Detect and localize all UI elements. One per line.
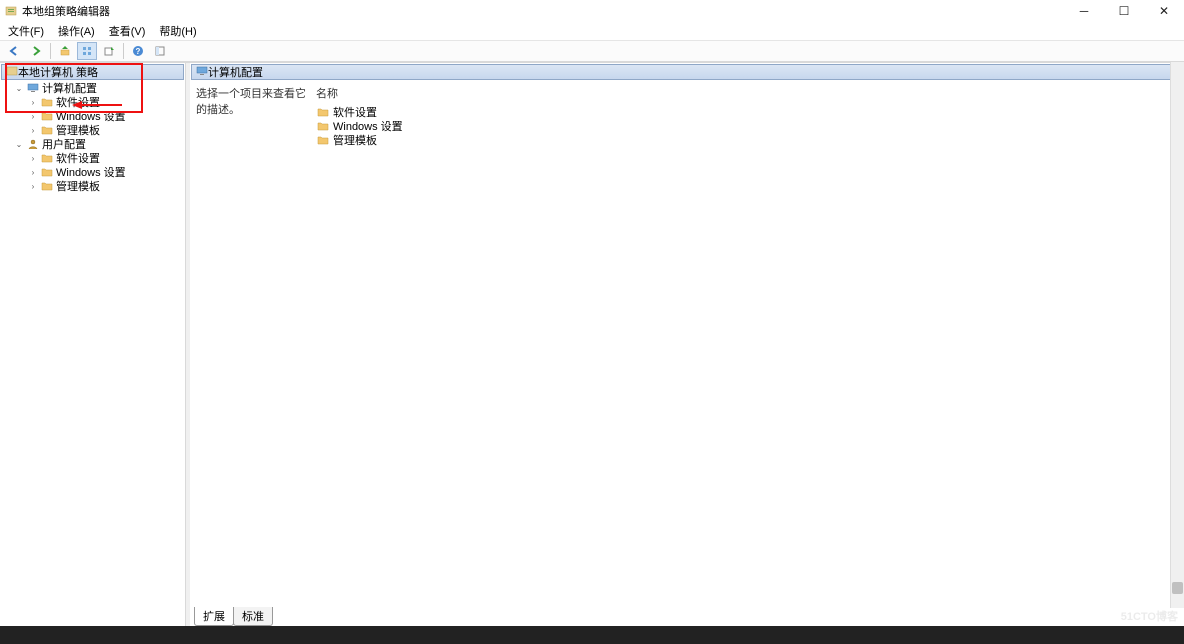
- folder-icon: [316, 106, 330, 118]
- list-item-templates[interactable]: 管理模板: [316, 133, 1178, 147]
- list-item-windows[interactable]: Windows 设置: [316, 119, 1178, 133]
- svg-text:?: ?: [136, 47, 141, 56]
- list-item-software[interactable]: 软件设置: [316, 105, 1178, 119]
- expand-icon[interactable]: ⌄: [14, 140, 24, 149]
- detail-header-label: 计算机配置: [208, 64, 263, 80]
- tree-user-templates[interactable]: › 管理模板: [0, 179, 185, 193]
- expand-icon[interactable]: ›: [28, 182, 38, 191]
- toolbar-export-button[interactable]: [99, 42, 119, 60]
- close-button[interactable]: ✕: [1144, 0, 1184, 22]
- window-controls: ─ ☐ ✕: [1064, 0, 1184, 22]
- folder-icon: [40, 166, 54, 178]
- user-icon: [26, 138, 40, 150]
- tab-standard[interactable]: 标准: [233, 607, 273, 626]
- scrollbar-vertical[interactable]: [1170, 62, 1184, 608]
- toolbar-back-button[interactable]: [4, 42, 24, 60]
- menu-file[interactable]: 文件(F): [4, 22, 48, 40]
- tree-item-label: 管理模板: [56, 178, 100, 194]
- maximize-button[interactable]: ☐: [1104, 0, 1144, 22]
- toolbar: ?: [0, 40, 1184, 62]
- menu-action[interactable]: 操作(A): [54, 22, 99, 40]
- computer-icon: [26, 82, 40, 94]
- tree-root-label: 本地计算机 策略: [18, 64, 98, 80]
- expand-icon[interactable]: ›: [28, 154, 38, 163]
- watermark: 51CTO博客: [1121, 608, 1178, 624]
- expand-icon[interactable]: ›: [28, 126, 38, 135]
- toolbar-separator: [50, 43, 51, 59]
- detail-tabs: 扩展 标准: [190, 606, 1184, 626]
- tree-computer-software[interactable]: › 软件设置: [0, 95, 185, 109]
- tree-user-config[interactable]: ⌄ 用户配置: [0, 137, 185, 151]
- description-text: 选择一个项目来查看它的描述。: [196, 88, 306, 116]
- toolbar-show-hide-button[interactable]: [150, 42, 170, 60]
- computer-icon: [196, 66, 208, 79]
- minimize-button[interactable]: ─: [1064, 0, 1104, 22]
- toolbar-separator: [123, 43, 124, 59]
- tree-root[interactable]: 本地计算机 策略: [1, 64, 184, 80]
- toolbar-properties-button[interactable]: [77, 42, 97, 60]
- folder-icon: [316, 134, 330, 146]
- description-column: 选择一个项目来查看它的描述。: [196, 85, 316, 602]
- folder-icon: [316, 120, 330, 132]
- window-title: 本地组策略编辑器: [22, 3, 110, 19]
- menubar: 文件(F) 操作(A) 查看(V) 帮助(H): [0, 22, 1184, 40]
- detail-body: 选择一个项目来查看它的描述。 名称 软件设置 Windows 设置 管理模板: [190, 81, 1184, 606]
- tree-user-windows[interactable]: › Windows 设置: [0, 165, 185, 179]
- folder-icon: [40, 96, 54, 108]
- expand-icon[interactable]: ›: [28, 98, 38, 107]
- list-column-header[interactable]: 名称: [316, 85, 1178, 101]
- folder-icon: [40, 110, 54, 122]
- folder-icon: [40, 124, 54, 136]
- detail-header: 计算机配置: [191, 64, 1183, 80]
- policy-icon: [6, 65, 18, 80]
- list-item-label: 管理模板: [333, 132, 377, 148]
- tab-extended[interactable]: 扩展: [194, 607, 234, 626]
- main-pane: 计算机配置 选择一个项目来查看它的描述。 名称 软件设置 Windows 设置 …: [190, 63, 1184, 626]
- tree-computer-config[interactable]: ⌄ 计算机配置: [0, 81, 185, 95]
- expand-icon[interactable]: ›: [28, 112, 38, 121]
- expand-icon[interactable]: ⌄: [14, 84, 24, 93]
- menu-view[interactable]: 查看(V): [105, 22, 150, 40]
- folder-icon: [40, 152, 54, 164]
- toolbar-up-button[interactable]: [55, 42, 75, 60]
- toolbar-help-button[interactable]: ?: [128, 42, 148, 60]
- app-icon: [4, 4, 18, 18]
- tree-computer-templates[interactable]: › 管理模板: [0, 123, 185, 137]
- workspace: 本地计算机 策略 ⌄ 计算机配置 › 软件设置 › Windows 设置 › 管…: [0, 62, 1184, 626]
- expand-icon[interactable]: ›: [28, 168, 38, 177]
- tree-computer-windows[interactable]: › Windows 设置: [0, 109, 185, 123]
- taskbar[interactable]: [0, 626, 1184, 644]
- scrollbar-thumb[interactable]: [1172, 582, 1183, 594]
- menu-help[interactable]: 帮助(H): [155, 22, 200, 40]
- titlebar: 本地组策略编辑器: [0, 0, 1184, 22]
- list-column: 名称 软件设置 Windows 设置 管理模板: [316, 85, 1178, 602]
- tree-user-software[interactable]: › 软件设置: [0, 151, 185, 165]
- toolbar-forward-button[interactable]: [26, 42, 46, 60]
- tree-pane[interactable]: 本地计算机 策略 ⌄ 计算机配置 › 软件设置 › Windows 设置 › 管…: [0, 63, 186, 626]
- folder-icon: [40, 180, 54, 192]
